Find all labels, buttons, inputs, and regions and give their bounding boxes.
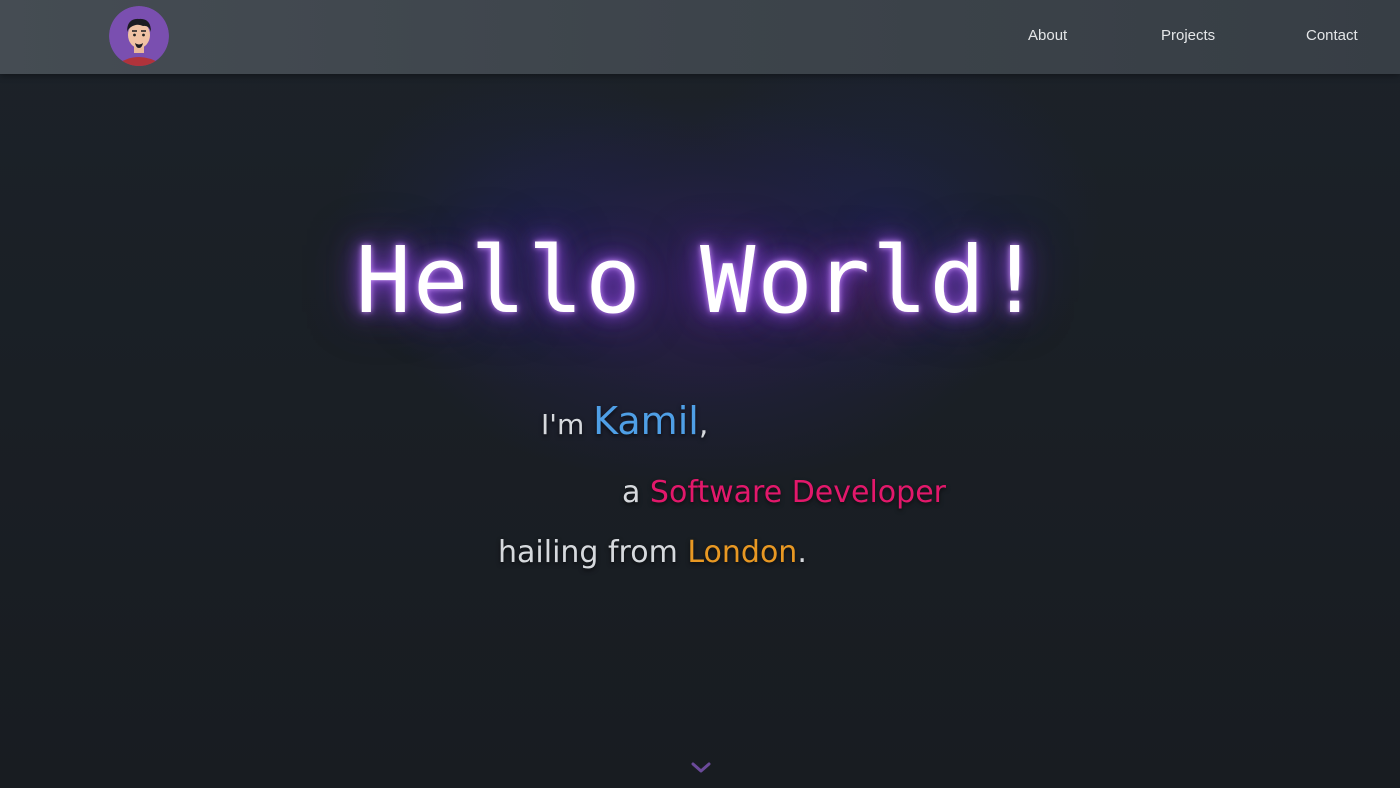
nav-link-projects[interactable]: Projects (1161, 26, 1215, 46)
intro-role: Software Developer (649, 475, 946, 510)
intro-comma: , (698, 407, 709, 442)
intro-line-location: hailing from London. (498, 533, 807, 573)
scroll-down-button[interactable] (690, 760, 712, 776)
intro-prefix: I'm (541, 408, 594, 441)
intro-name: Kamil (593, 399, 699, 443)
chevron-down-icon (691, 762, 711, 773)
intro-line-role: a Software Developer (622, 473, 946, 513)
avatar[interactable] (109, 6, 169, 66)
hero-background (0, 0, 1400, 788)
location-prefix: hailing from (498, 535, 688, 570)
nav-link-about[interactable]: About (1028, 26, 1067, 46)
location-period: . (797, 535, 807, 570)
user-avatar-icon (109, 6, 169, 66)
role-prefix: a (622, 475, 650, 510)
hero-title: Hello World! (355, 227, 1045, 334)
nav-link-contact[interactable]: Contact (1306, 26, 1358, 46)
navbar: About Projects Contact (0, 0, 1400, 74)
intro-line-name: I'm Kamil, (541, 396, 708, 450)
intro-city: London (687, 535, 798, 570)
